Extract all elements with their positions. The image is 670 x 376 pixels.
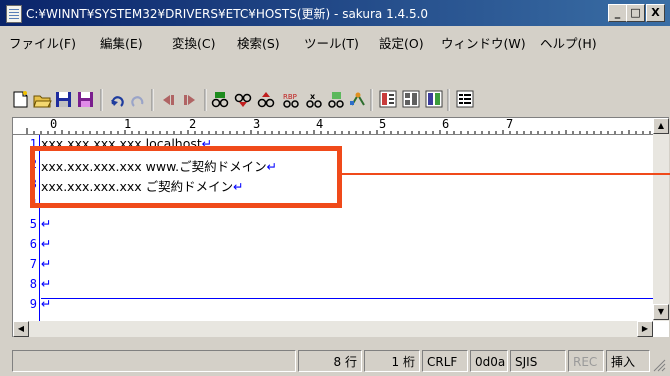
scroll-right-button[interactable]: ▶: [637, 321, 653, 337]
close-button[interactable]: X: [646, 4, 665, 22]
toolbar-icons: RBP x: [13, 89, 474, 111]
sakura-app-icon[interactable]: [6, 5, 22, 23]
replace-icon[interactable]: RBP: [283, 93, 299, 108]
menu-file[interactable]: ファイル(F): [9, 33, 76, 52]
grep-icon[interactable]: [328, 92, 344, 108]
svg-text:RBP: RBP: [283, 93, 297, 101]
status-encoding: SJIS: [510, 350, 566, 372]
vertical-scrollbar[interactable]: ▲ ▼: [653, 118, 669, 321]
menu-window[interactable]: ウィンドウ(W): [441, 33, 526, 52]
menu-convert[interactable]: 変換(C): [172, 33, 215, 52]
ruler-label: 5: [379, 117, 387, 131]
callout-line: [342, 173, 670, 175]
highlight-box: [30, 146, 342, 208]
menu-search[interactable]: 検索(S): [237, 33, 280, 52]
text-line[interactable]: ↵: [41, 216, 51, 231]
back-icon[interactable]: [160, 93, 175, 107]
text-line[interactable]: ↵: [41, 256, 51, 271]
menu-edit[interactable]: 編集(E): [100, 33, 143, 52]
status-rec: REC: [568, 350, 604, 372]
line-number: 8: [29, 277, 37, 291]
svg-text:x: x: [310, 92, 316, 101]
line-number: 9: [29, 297, 37, 311]
ruler-label: 0: [50, 117, 58, 131]
ruler-label: 4: [316, 117, 324, 131]
text-line[interactable]: ↵: [41, 276, 51, 291]
ruler-label: 6: [442, 117, 450, 131]
return-mark: ↵: [41, 236, 52, 251]
line-number: 5: [29, 217, 37, 231]
scroll-down-button[interactable]: ▼: [653, 304, 669, 320]
return-mark: ↵: [41, 256, 52, 271]
toggle-icon[interactable]: [402, 90, 420, 108]
scroll-up-button[interactable]: ▲: [653, 118, 669, 134]
line-number: 7: [29, 257, 37, 271]
horizontal-scrollbar[interactable]: ◀ ▶: [13, 321, 653, 337]
minimize-button[interactable]: _: [608, 4, 627, 22]
editor-window: C:¥WINNT¥SYSTEM32¥DRIVERS¥ETC¥HOSTS(更新) …: [0, 0, 670, 376]
ruler-label: 1: [124, 117, 132, 131]
menu-bar: ファイル(F) 編集(E) 変換(C) 検索(S) ツール(T) 設定(O) ウ…: [0, 26, 670, 56]
maximize-button[interactable]: □: [626, 4, 645, 22]
ruler-label: 3: [253, 117, 261, 131]
scroll-left-button[interactable]: ◀: [13, 321, 29, 337]
menu-tools[interactable]: ツール(T): [304, 33, 359, 52]
ruler-label: 7: [506, 117, 514, 131]
menu-settings[interactable]: 設定(O): [379, 33, 424, 52]
text-line[interactable]: ↵: [41, 236, 51, 251]
column-ruler: 0 1 2 3 4 5 6 7: [13, 117, 653, 135]
status-message: [12, 350, 296, 372]
find-next-icon[interactable]: [234, 93, 252, 108]
status-col: 1 桁: [364, 350, 420, 372]
ruler-label: 2: [189, 117, 197, 131]
resize-grip-icon[interactable]: [652, 358, 666, 372]
outline-icon[interactable]: [379, 90, 397, 108]
find-prev-icon[interactable]: [257, 92, 275, 108]
menu-help[interactable]: ヘルプ(H): [540, 33, 597, 52]
status-code: 0d0a: [470, 350, 508, 372]
forward-icon[interactable]: [183, 93, 198, 107]
find-icon[interactable]: [211, 92, 229, 108]
compare-icon[interactable]: [425, 90, 443, 108]
new-file-icon[interactable]: [13, 91, 28, 108]
status-bar: 8 行 1 桁 CRLF 0d0a SJIS REC 挿入: [0, 348, 670, 376]
status-row: 8 行: [298, 350, 362, 372]
list-icon[interactable]: [456, 90, 474, 108]
delete-icon[interactable]: x: [306, 92, 322, 108]
save-all-icon[interactable]: [78, 92, 93, 107]
undo-icon[interactable]: [111, 96, 124, 107]
open-folder-icon[interactable]: [33, 95, 52, 108]
line-number: 6: [29, 237, 37, 251]
redo-icon[interactable]: [131, 96, 144, 107]
jump-icon[interactable]: [350, 92, 365, 106]
return-mark: ↵: [41, 216, 52, 231]
return-mark: ↵: [41, 276, 52, 291]
status-eol: CRLF: [422, 350, 468, 372]
title-bar[interactable]: C:¥WINNT¥SYSTEM32¥DRIVERS¥ETC¥HOSTS(更新) …: [0, 0, 670, 26]
window-title: C:¥WINNT¥SYSTEM32¥DRIVERS¥ETC¥HOSTS(更新) …: [26, 7, 429, 21]
save-icon[interactable]: [56, 92, 71, 107]
cursor-underline: [41, 298, 653, 299]
status-insert-mode[interactable]: 挿入: [606, 350, 650, 372]
